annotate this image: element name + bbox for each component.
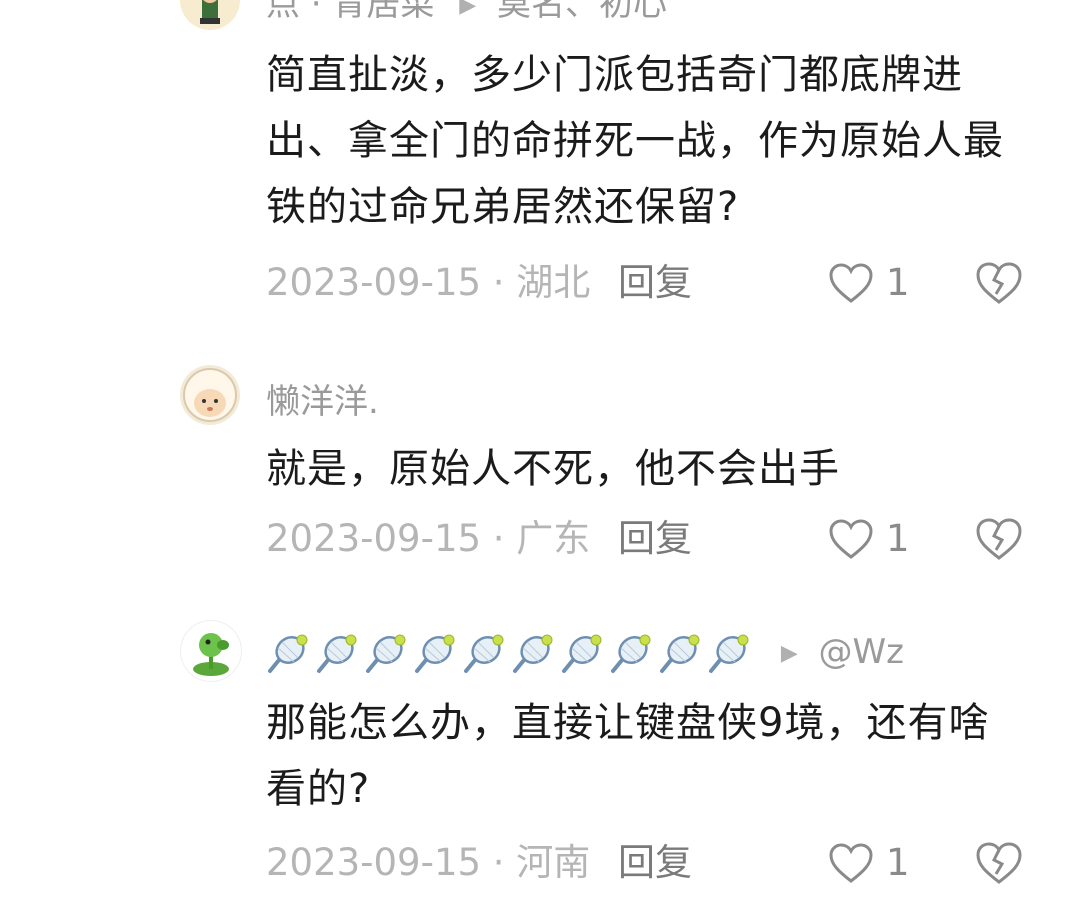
comment-meta: 2023-09-15 · 河南 <box>266 841 591 884</box>
avatar[interactable] <box>180 620 242 682</box>
dislike-button[interactable] <box>974 514 1024 564</box>
tennis-racket-icon <box>709 634 749 673</box>
avatar-image <box>193 633 229 676</box>
comment-text: 那能怎么办，直接让键盘侠9境，还有啥看的? <box>266 700 990 812</box>
comment-text: 就是，原始人不死，他不会出手 <box>266 446 840 492</box>
avatar-image <box>183 368 237 422</box>
triangle-right-icon: ▶ <box>459 0 477 18</box>
reply-button[interactable]: 回复 <box>618 514 692 564</box>
like-count: 1 <box>886 517 910 560</box>
broken-heart-icon <box>976 518 1022 560</box>
like-button[interactable]: 1 <box>828 258 910 308</box>
author-name-emoji <box>266 632 756 673</box>
broken-heart-icon <box>976 842 1022 884</box>
broken-heart-icon <box>976 262 1022 304</box>
comment-text: 简直扯淡，多少门派包括奇门都底牌进出、拿全门的命拼死一战，作为原始人最铁的过命兄… <box>266 52 1004 230</box>
author-name: 点 · 青居菜 <box>266 0 435 24</box>
heart-outline-icon <box>829 519 873 559</box>
tennis-racket-icon <box>660 634 700 673</box>
reply-button[interactable]: 回复 <box>618 838 692 888</box>
tennis-racket-icon <box>366 634 406 673</box>
tennis-racket-icon <box>268 634 308 673</box>
comment-author[interactable]: 懒洋洋. <box>266 380 379 424</box>
avatar-image <box>200 0 220 24</box>
comment-meta: 2023-09-15 · 广东 <box>266 517 591 560</box>
avatar[interactable] <box>180 0 240 30</box>
tennis-racket-icon <box>513 634 553 673</box>
dislike-button[interactable] <box>974 258 1024 308</box>
like-count: 1 <box>886 841 910 884</box>
tennis-racket-icon <box>464 634 504 673</box>
like-button[interactable]: 1 <box>828 838 910 888</box>
triangle-right-icon: ▶ <box>780 640 798 666</box>
like-count: 1 <box>886 261 910 304</box>
tennis-racket-icon <box>562 634 602 673</box>
heart-outline-icon <box>829 263 873 303</box>
tennis-racket-icon <box>611 634 651 673</box>
dislike-button[interactable] <box>974 838 1024 888</box>
comment-author[interactable]: 点 · 青居菜 ▶ 莫名、初心 <box>266 0 667 28</box>
like-button[interactable]: 1 <box>828 514 910 564</box>
reply-to-name: 莫名、初心 <box>496 0 667 24</box>
heart-outline-icon <box>829 843 873 883</box>
reply-to-name: @Wz <box>818 632 905 672</box>
tennis-racket-icon <box>317 634 357 673</box>
comment-author[interactable]: ▶ @Wz <box>266 630 904 676</box>
avatar[interactable] <box>180 365 240 425</box>
comment-meta: 2023-09-15 · 湖北 <box>266 261 591 304</box>
reply-button[interactable]: 回复 <box>618 258 692 308</box>
tennis-racket-icon <box>415 634 455 673</box>
